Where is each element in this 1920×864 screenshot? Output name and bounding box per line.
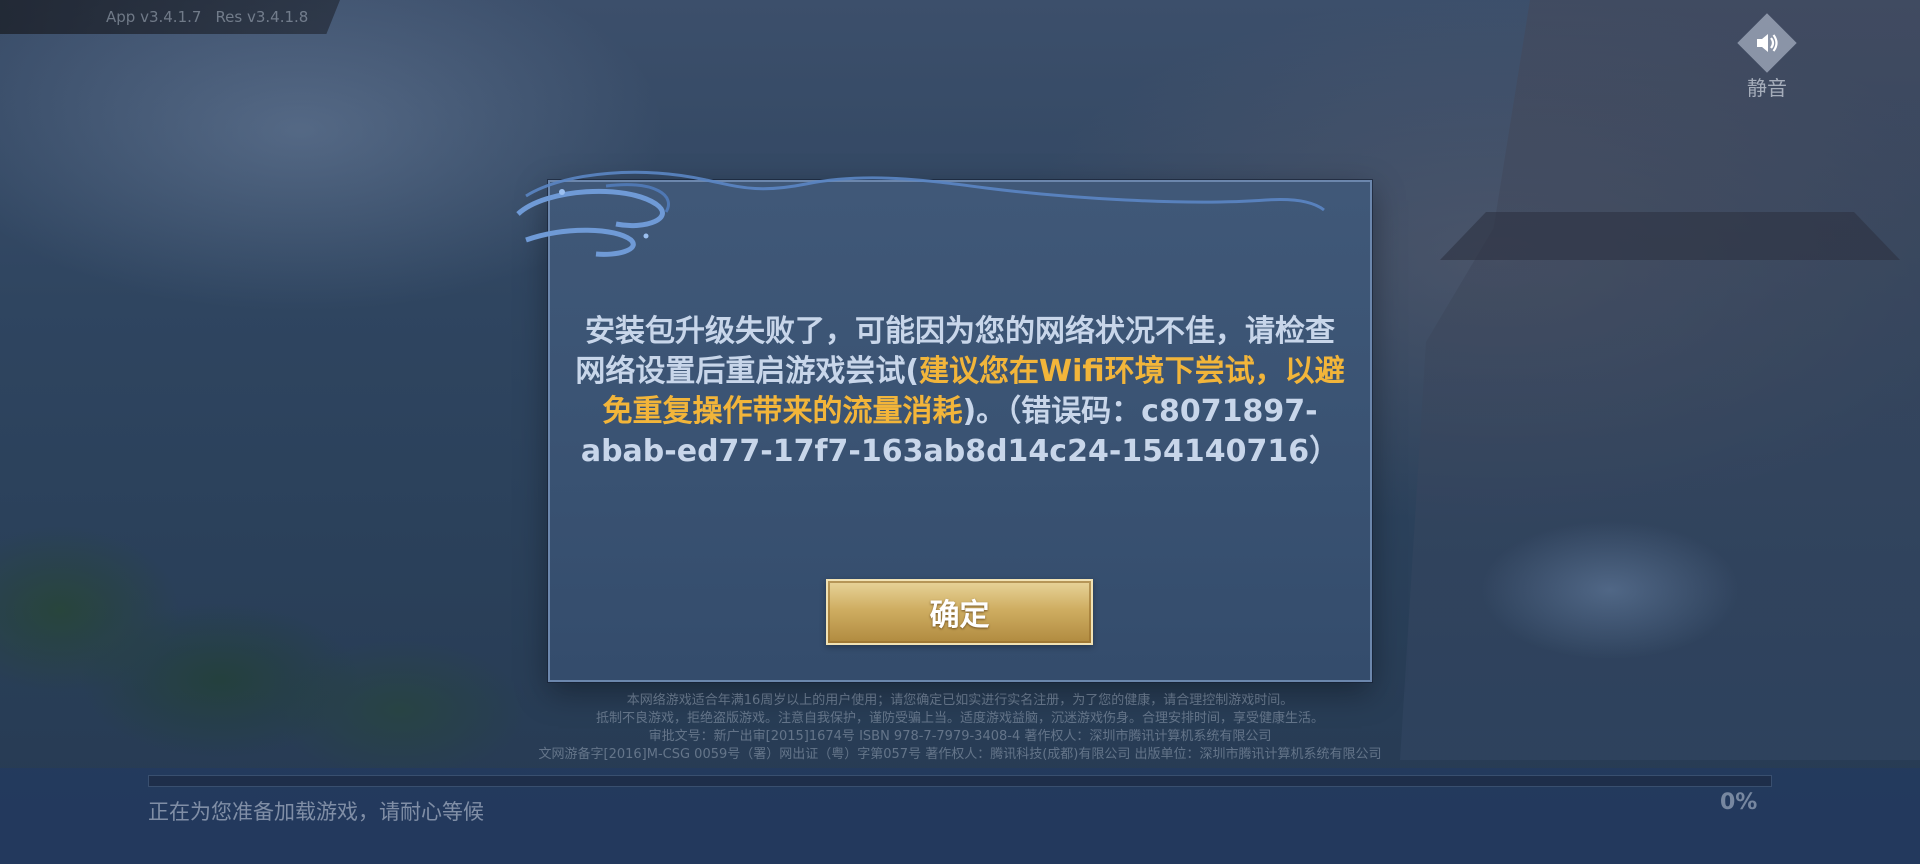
legal-line: 审批文号：新广出审[2015]1674号 ISBN 978-7-7979-340… bbox=[648, 729, 1272, 744]
confirm-button-label: 确定 bbox=[929, 598, 990, 633]
mute-label: 静音 bbox=[1747, 76, 1787, 100]
confirm-button[interactable]: 确定 bbox=[826, 579, 1093, 645]
version-tag: App v3.4.1.7 Res v3.4.1.8 bbox=[0, 0, 340, 34]
speaker-icon bbox=[1757, 34, 1778, 52]
app-version: App v3.4.1.7 bbox=[106, 8, 202, 26]
background-glow bbox=[1480, 520, 1740, 660]
legal-line: 本网络游戏适合年满16周岁以上的用户使用；请您确定已如实进行实名注册，为了您的健… bbox=[626, 693, 1294, 708]
legal-line: 文网游备字[2016]M-CSG 0059号（署）网出证（粤）字第057号 著作… bbox=[538, 747, 1382, 762]
loading-percent: 0% bbox=[1720, 790, 1758, 815]
error-message: 安装包升级失败了，可能因为您的网络状况不佳，请检查网络设置后重启游戏尝试(建议您… bbox=[574, 312, 1346, 472]
legal-line: 抵制不良游戏，拒绝盗版游戏。注意自我保护，谨防受骗上当。适度游戏益脑，沉迷游戏伤… bbox=[595, 711, 1324, 726]
mute-button-frame bbox=[1737, 13, 1797, 73]
res-version: Res v3.4.1.8 bbox=[215, 8, 309, 26]
loading-progress-bar bbox=[148, 775, 1772, 787]
mute-button[interactable]: 静音 bbox=[1736, 13, 1798, 102]
game-loading-screen: App v3.4.1.7 Res v3.4.1.8 静音 安装包升级失败了，可能… bbox=[0, 0, 1920, 864]
loading-status: 正在为您准备加载游戏，请耐心等候 bbox=[148, 800, 484, 824]
legal-notice: 本网络游戏适合年满16周岁以上的用户使用；请您确定已如实进行实名注册，为了您的健… bbox=[460, 692, 1460, 764]
